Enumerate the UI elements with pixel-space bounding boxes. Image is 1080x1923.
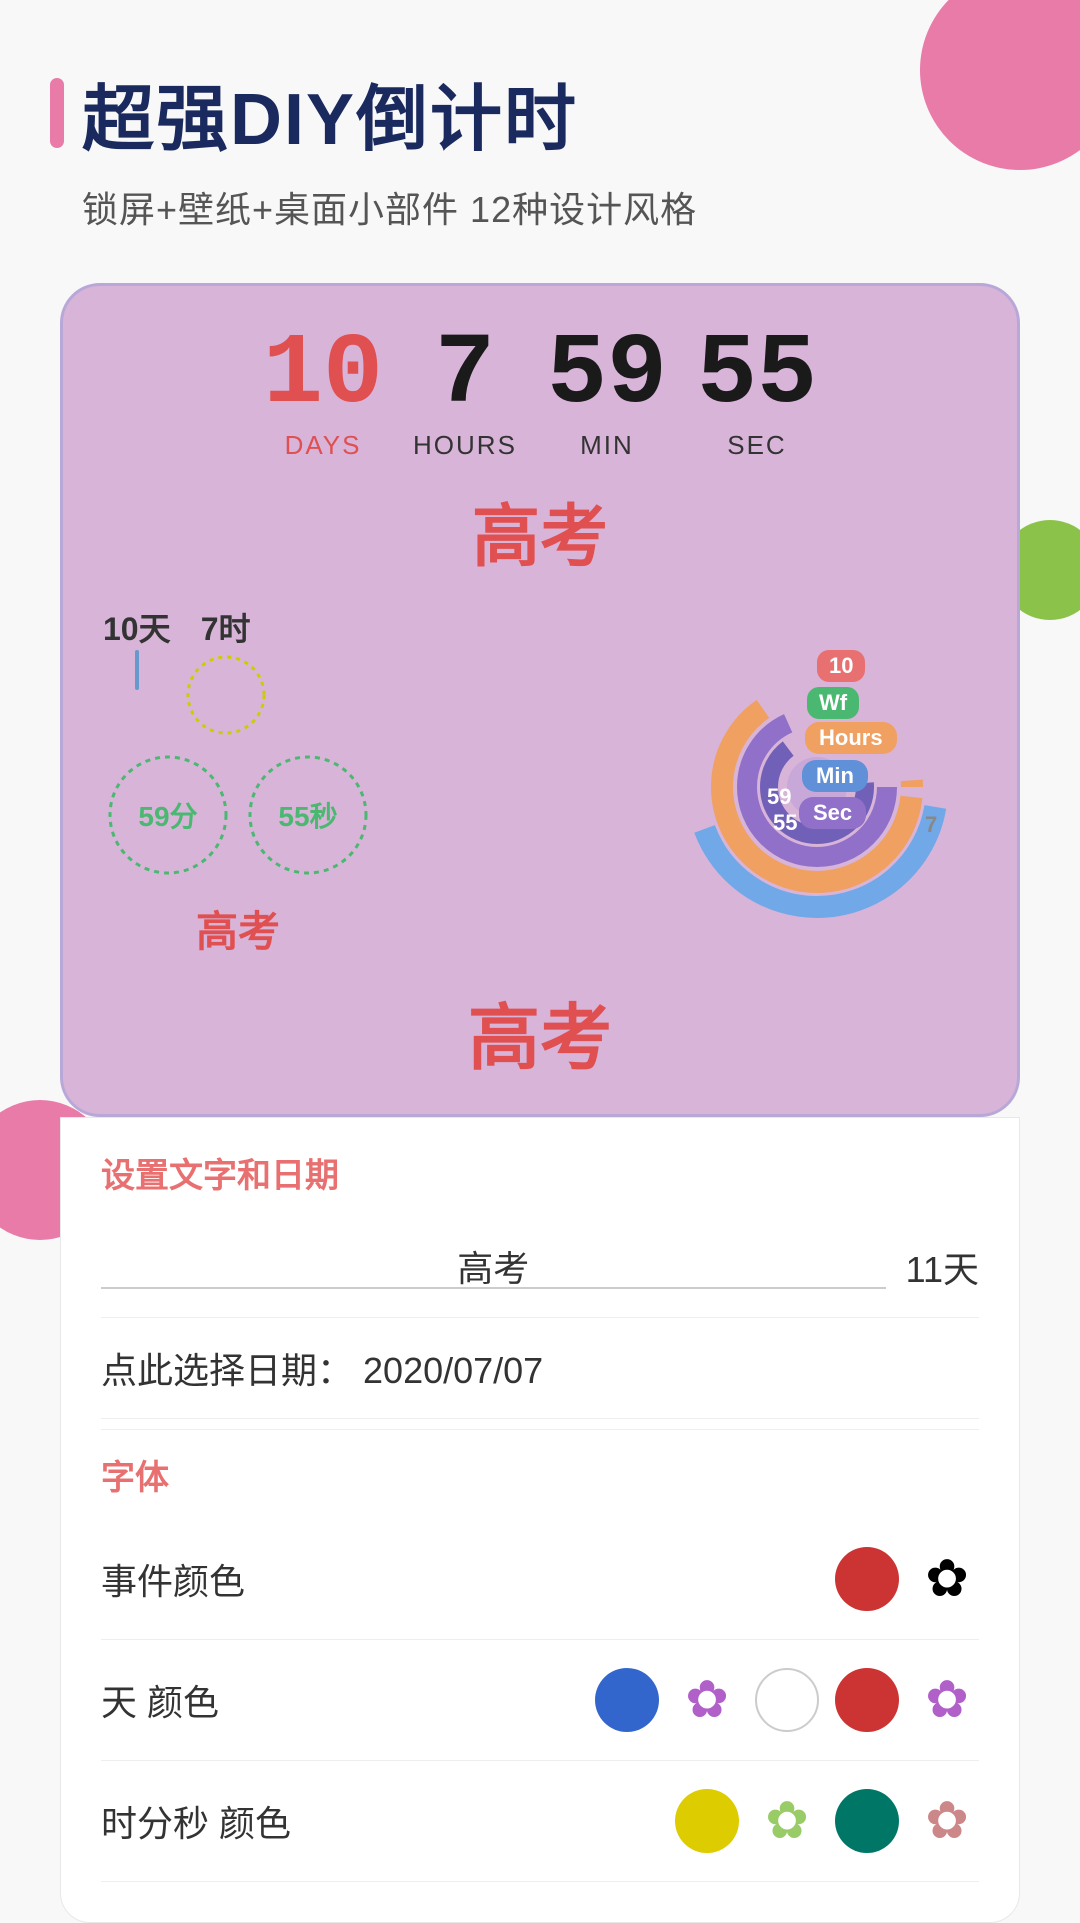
hms-color-row: 时分秒 颜色 ✿ ✿ — [101, 1761, 979, 1882]
hours-value: 7 — [435, 326, 495, 426]
hms-color-label: 时分秒 颜色 — [101, 1795, 659, 1847]
widgets-row: 10天 7时 59分 — [93, 604, 987, 959]
sec-label: SEC — [727, 430, 786, 461]
donut-sec-label: Sec — [799, 797, 866, 829]
settings-panel: 设置文字和日期 11天 点此选择日期： 2020/07/07 字体 事件颜色 ✿… — [60, 1117, 1020, 1923]
event-name-row[interactable]: 11天 — [101, 1217, 979, 1318]
event-color-row: 事件颜色 ✿ — [101, 1519, 979, 1640]
days-number: 10天 — [103, 604, 171, 650]
hms-color-teal[interactable] — [835, 1789, 899, 1853]
header: 超强DIY倒计时 锁屏+壁纸+桌面小部件 12种设计风格 — [0, 0, 1080, 263]
right-widget: 59 55 7 10 Wf Hours Min Sec — [657, 632, 977, 932]
event-name-input[interactable] — [101, 1245, 886, 1289]
min-label: MIN — [580, 430, 634, 461]
flower-icon-hms-1: ✿ — [765, 1795, 809, 1847]
event-color-swatch[interactable] — [835, 1547, 899, 1611]
event-name-small: 高考 — [103, 898, 373, 959]
donut-weeks-label: Wf — [807, 687, 859, 719]
date-row[interactable]: 点此选择日期： 2020/07/07 — [101, 1318, 979, 1419]
hours-label: HOURS — [413, 430, 517, 461]
event-color-flower[interactable]: ✿ — [915, 1547, 979, 1611]
gauge-mins: 59分 — [103, 750, 233, 880]
donut-hours-label: Hours — [805, 722, 897, 754]
settings-section-title: 设置文字和日期 — [101, 1148, 979, 1197]
day-color-label: 天 颜色 — [101, 1674, 579, 1726]
days-value: 10 — [263, 326, 383, 426]
hms-color-flower-1[interactable]: ✿ — [755, 1789, 819, 1853]
day-color-red[interactable] — [835, 1668, 899, 1732]
date-label-text: 点此选择日期： — [101, 1350, 353, 1391]
days-label: DAYS — [285, 430, 362, 461]
event-name-bottom: 高考 — [93, 979, 987, 1084]
flower-icon-hms-2: ✿ — [925, 1795, 969, 1847]
timer-display: 10 DAYS 7 HOURS 59 MIN 55 SEC — [93, 326, 987, 461]
min-value: 59 — [547, 326, 667, 426]
left-widget: 10天 7时 59分 — [103, 604, 373, 959]
days-indicator-line — [135, 650, 139, 690]
gauge-secs: 55秒 — [243, 750, 373, 880]
date-value-text: 2020/07/07 — [363, 1350, 543, 1391]
gauge-days: 10天 — [103, 604, 171, 740]
svg-text:7: 7 — [925, 812, 937, 837]
flower-icon-event: ✿ — [925, 1553, 969, 1605]
days-unit: 10 DAYS — [263, 326, 383, 461]
date-label: 点此选择日期： 2020/07/07 — [101, 1342, 543, 1394]
days-remaining: 11天 — [906, 1241, 979, 1293]
header-title-row: 超强DIY倒计时 — [50, 60, 1030, 165]
hms-color-flower-2[interactable]: ✿ — [915, 1789, 979, 1853]
svg-text:59: 59 — [767, 784, 791, 809]
mins-label: 59分 — [138, 795, 197, 835]
donut-min-label: Min — [802, 760, 868, 792]
day-color-flower-1[interactable]: ✿ — [675, 1668, 739, 1732]
preview-card: 10 DAYS 7 HOURS 59 MIN 55 SEC 高考 10天 — [60, 283, 1020, 1117]
day-color-row: 天 颜色 ✿ ✿ — [101, 1640, 979, 1761]
donut-days-label: 10 — [817, 650, 865, 682]
font-section-title: 字体 — [101, 1450, 979, 1499]
header-accent-bar — [50, 78, 64, 148]
secs-label: 55秒 — [278, 795, 337, 835]
day-color-flower-2[interactable]: ✿ — [915, 1668, 979, 1732]
day-color-white[interactable] — [755, 1668, 819, 1732]
event-name-center: 高考 — [93, 481, 987, 580]
flower-icon-day-1: ✿ — [685, 1674, 729, 1726]
gauge-hours: 7时 — [181, 604, 271, 740]
hours-gauge-svg — [181, 650, 271, 740]
font-section: 字体 事件颜色 ✿ 天 颜色 ✿ ✿ 时分秒 颜色 — [101, 1450, 979, 1882]
sec-value: 55 — [697, 326, 817, 426]
app-subtitle: 锁屏+壁纸+桌面小部件 12种设计风格 — [50, 181, 1030, 233]
app-title: 超强DIY倒计时 — [82, 60, 578, 165]
sec-unit: 55 SEC — [697, 326, 817, 461]
hours-unit: 7 HOURS — [413, 326, 517, 461]
svg-text:55: 55 — [773, 810, 797, 835]
flower-icon-day-2: ✿ — [925, 1674, 969, 1726]
day-color-blue[interactable] — [595, 1668, 659, 1732]
min-unit: 59 MIN — [547, 326, 667, 461]
hms-color-yellow[interactable] — [675, 1789, 739, 1853]
hours-number: 7时 — [201, 604, 251, 650]
divider-1 — [101, 1429, 979, 1430]
event-color-label: 事件颜色 — [101, 1553, 819, 1605]
gauge-top-row: 10天 7时 — [103, 604, 373, 740]
gauge-bottom-row: 59分 55秒 — [103, 750, 373, 880]
